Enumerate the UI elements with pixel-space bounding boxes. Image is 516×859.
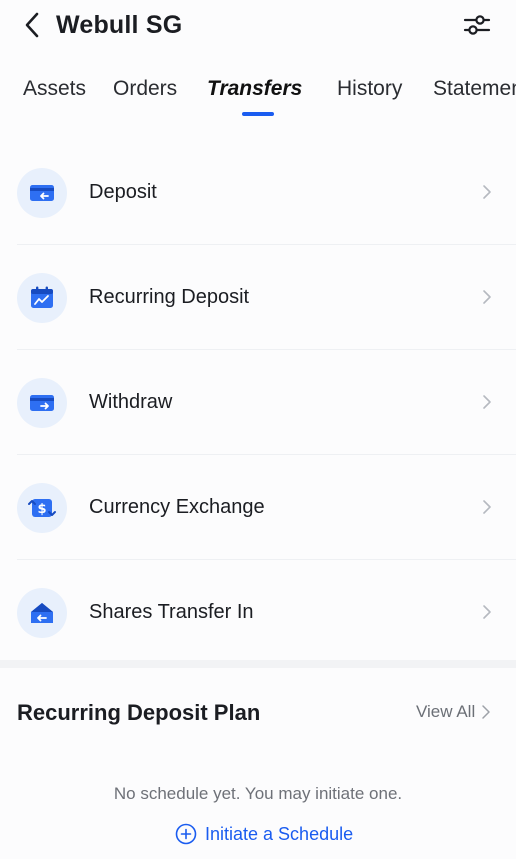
sliders-icon — [463, 15, 491, 35]
list-item-currency-exchange[interactable]: $ Currency Exchange — [0, 455, 516, 560]
tab-statements[interactable]: Statements — [433, 74, 516, 104]
view-all-label: View All — [416, 702, 476, 721]
initiate-schedule-button[interactable]: Initiate a Schedule — [175, 822, 353, 846]
initiate-schedule-label: Initiate a Schedule — [205, 824, 354, 844]
recurring-plan-title: Recurring Deposit Plan — [17, 700, 261, 725]
tab-history[interactable]: History — [337, 74, 402, 104]
filter-button[interactable] — [462, 10, 492, 40]
tab-transfers[interactable]: Transfers — [207, 74, 302, 104]
header: Webull SG — [0, 0, 516, 52]
house-transfer-icon — [17, 588, 67, 638]
list-item-deposit[interactable]: Deposit — [0, 140, 516, 245]
list-item-label: Withdraw — [89, 391, 173, 413]
list-item-shares-transfer-in[interactable]: Shares Transfer In — [0, 560, 516, 665]
page-title: Webull SG — [56, 11, 183, 39]
empty-state-text: No schedule yet. You may initiate one. — [113, 784, 403, 803]
plus-circle-icon — [175, 823, 197, 845]
list-item-label: Shares Transfer In — [89, 601, 254, 623]
calendar-chart-icon — [17, 273, 67, 323]
list-item-withdraw[interactable]: Withdraw — [0, 350, 516, 455]
chevron-right-icon — [483, 605, 491, 619]
transfer-options-list: Deposit Recurring Deposit Withdraw $ Cur… — [0, 140, 516, 665]
chevron-right-icon — [483, 500, 491, 514]
view-all-link[interactable]: View All — [416, 700, 491, 724]
chevron-right-icon — [482, 705, 490, 719]
account-tabs: Assets Orders Transfers History Statemen… — [0, 70, 516, 120]
tab-orders[interactable]: Orders — [113, 74, 177, 104]
tab-assets[interactable]: Assets — [23, 74, 86, 104]
chevron-right-icon — [483, 395, 491, 409]
withdraw-card-icon — [17, 378, 67, 428]
list-item-label: Deposit — [89, 181, 157, 203]
deposit-card-icon — [17, 168, 67, 218]
back-button[interactable] — [18, 10, 46, 40]
chevron-right-icon — [483, 290, 491, 304]
currency-exchange-icon: $ — [17, 483, 67, 533]
list-item-label: Recurring Deposit — [89, 286, 250, 308]
chevron-left-icon — [25, 12, 39, 38]
list-item-recurring-deposit[interactable]: Recurring Deposit — [0, 245, 516, 350]
chevron-right-icon — [483, 185, 491, 199]
active-tab-indicator — [242, 112, 274, 116]
list-item-label: Currency Exchange — [89, 496, 265, 518]
svg-text:$: $ — [37, 502, 46, 517]
section-divider — [0, 660, 516, 668]
